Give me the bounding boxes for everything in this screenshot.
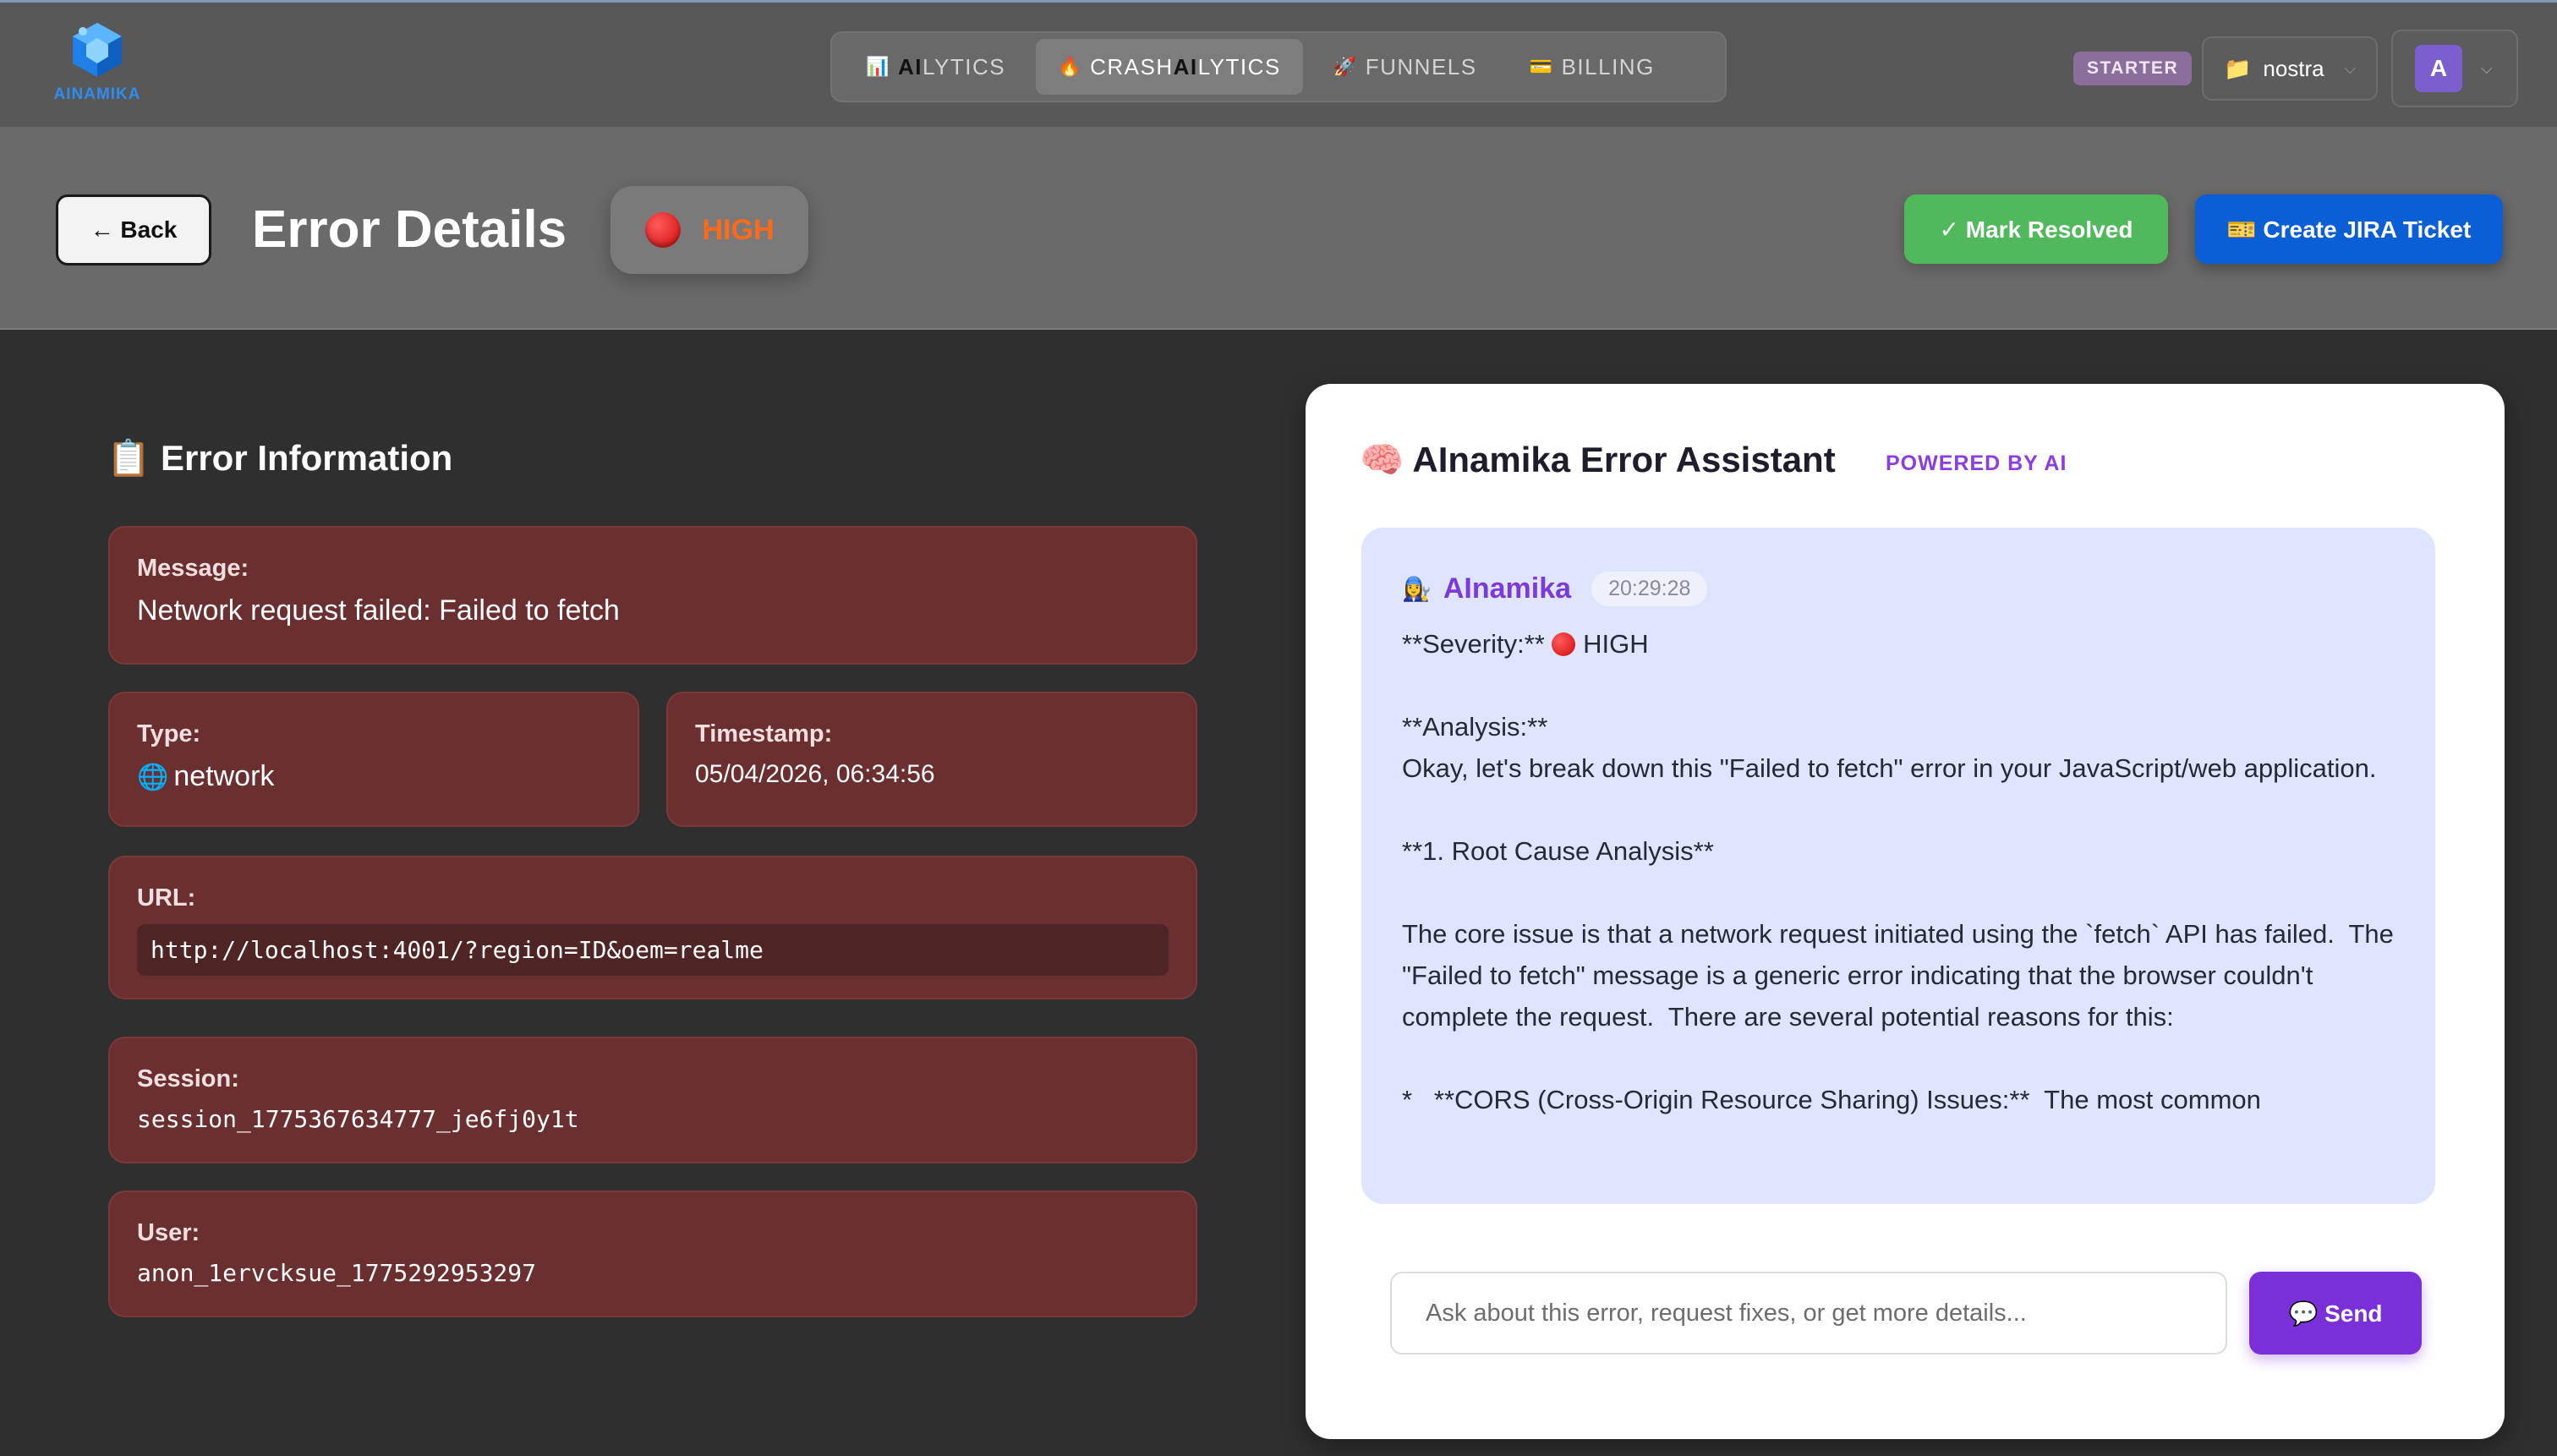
user-label: User: (137, 1219, 200, 1246)
project-name: nostra (2263, 55, 2324, 81)
message-card: Message: Network request failed: Failed … (108, 526, 1197, 665)
assistant-title: 🧠 AInamika Error Assistant (1360, 440, 1836, 479)
user-value: anon_1ervcksue_1775292953297 (137, 1259, 537, 1287)
url-value[interactable]: http://localhost:4001/?region=ID&oem=rea… (137, 924, 1169, 976)
page-title: Error Details (252, 200, 567, 259)
type-label: Type: (137, 720, 201, 747)
error-information-panel: 📋 Error Information Message: Network req… (0, 330, 1285, 1456)
tab-funnels[interactable]: 🚀 FUNNELS (1311, 39, 1499, 95)
top-navbar: AINAMIKA 📊 AILYTICS 🔥 CRASHAILYTICS 🚀 FU… (0, 0, 2557, 129)
chevron-down-icon: ⌵ (2344, 59, 2356, 77)
timestamp-label: Timestamp: (695, 720, 833, 747)
create-jira-ticket-button[interactable]: 🎫 Create JIRA Ticket (2195, 194, 2503, 264)
bar-chart-icon: 📊 (866, 56, 890, 77)
mark-resolved-button[interactable]: ✓ Mark Resolved (1904, 194, 2168, 264)
back-button[interactable]: ← Back (56, 194, 211, 265)
tab-ailytics-label: AILYTICS (898, 53, 1006, 79)
logo-hexagon-icon (73, 23, 122, 77)
message-author: AInamika (1443, 572, 1572, 605)
powered-by-ai-label: POWERED BY AI (1886, 452, 2067, 475)
tab-billing[interactable]: 💳 BILLING (1508, 39, 1677, 95)
folder-icon: 📁 (2224, 55, 2252, 81)
user-card: User: anon_1ervcksue_1775292953297 (108, 1191, 1197, 1317)
user-menu[interactable]: A ⌵ (2391, 30, 2518, 107)
message-header: 👩‍🔧 AInamika 20:29:28 (1402, 572, 2395, 606)
tab-funnels-label: FUNNELS (1365, 53, 1477, 79)
red-circle-icon (1552, 632, 1576, 656)
error-assistant-panel: 🧠 AInamika Error Assistant POWERED BY AI… (1306, 384, 2505, 1439)
project-selector[interactable]: 📁 nostra ⌵ (2202, 36, 2378, 101)
plan-badge: STARTER (2073, 52, 2193, 85)
message-severity-line: **Severity:** HIGH (1402, 629, 1649, 659)
type-value: network (173, 760, 275, 792)
tab-billing-label: BILLING (1561, 53, 1655, 79)
chat-input[interactable] (1390, 1272, 2227, 1355)
session-label: Session: (137, 1065, 239, 1092)
tab-ailytics[interactable]: 📊 AILYTICS (844, 39, 1027, 95)
credit-card-icon: 💳 (1529, 56, 1554, 77)
message-value: Network request failed: Failed to fetch (137, 594, 620, 627)
send-button[interactable]: 💬 Send (2249, 1272, 2422, 1355)
severity-label: HIGH (702, 213, 775, 246)
rocket-icon: 🚀 (1333, 56, 1358, 77)
chat-messages[interactable]: 👩‍🔧 AInamika 20:29:28 **Severity:** HIGH… (1361, 528, 2435, 1204)
ainamika-logo[interactable]: AINAMIKA (51, 19, 144, 107)
tab-crashailytics[interactable]: 🔥 CRASHAILYTICS (1036, 39, 1303, 95)
session-value: session_1775367634777_je6fj0y1t (137, 1105, 579, 1133)
severity-badge: HIGH (611, 186, 808, 274)
avatar: A (2415, 45, 2462, 92)
section-title: 📋 Error Information (107, 438, 453, 478)
session-card: Session: session_1775367634777_je6fj0y1t (108, 1037, 1197, 1163)
url-label: URL: (137, 884, 196, 911)
main-nav-tabs: 📊 AILYTICS 🔥 CRASHAILYTICS 🚀 FUNNELS 💳 B… (830, 31, 1727, 102)
mechanic-avatar-icon: 👩‍🔧 (1402, 576, 1432, 602)
message-timestamp: 20:29:28 (1591, 572, 1708, 606)
timestamp-card: Timestamp: 05/04/2026, 06:34:56 (666, 692, 1197, 827)
chevron-down-icon: ⌵ (2481, 59, 2493, 77)
logo-wordmark: AINAMIKA (53, 85, 141, 103)
error-header: ← Back Error Details HIGH ✓ Mark Resolve… (0, 129, 2557, 330)
type-value-row: 🌐 network (137, 760, 611, 793)
url-card: URL: http://localhost:4001/?region=ID&oe… (108, 856, 1197, 999)
message-body: **Analysis:** Okay, let's break down thi… (1402, 712, 2394, 1114)
type-card: Type: 🌐 network (108, 692, 639, 827)
fire-icon: 🔥 (1058, 56, 1083, 77)
tab-crashailytics-label: CRASHAILYTICS (1090, 53, 1281, 79)
message-label: Message: (137, 555, 249, 582)
timestamp-value: 05/04/2026, 06:34:56 (695, 760, 935, 788)
globe-icon: 🌐 (137, 764, 169, 791)
red-circle-icon (644, 212, 681, 248)
